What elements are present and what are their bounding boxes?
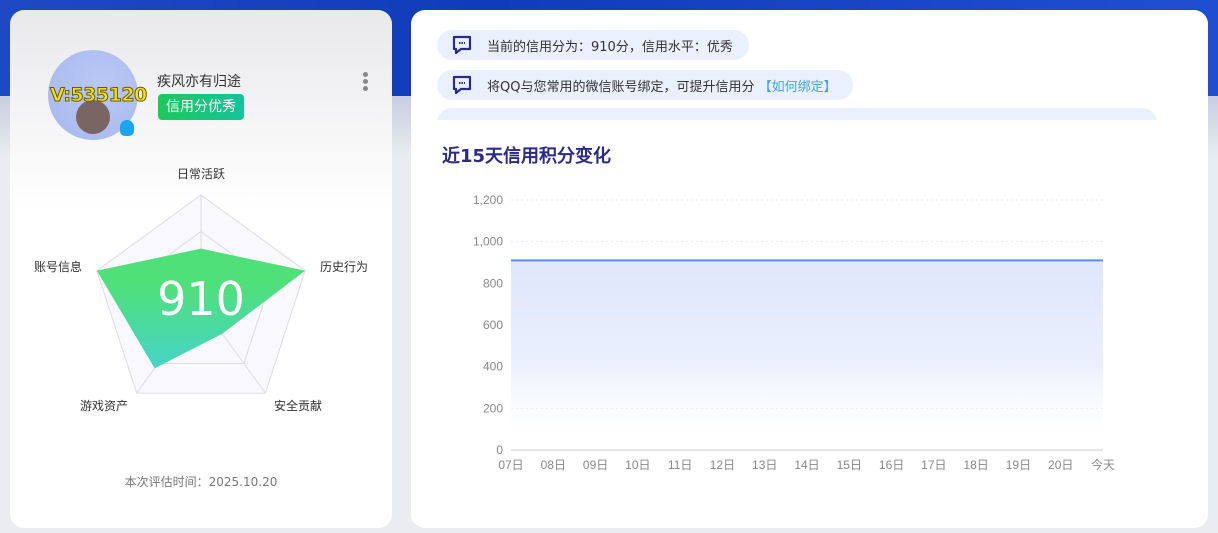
- radar-label: 游戏资产: [80, 399, 129, 413]
- y-tick-label: 400: [483, 360, 503, 374]
- radar-label: 账号信息: [34, 260, 83, 274]
- message-score: 当前的信用分为：910分，信用水平：优秀: [437, 30, 749, 60]
- radar-label: 历史行为: [320, 260, 369, 274]
- credit-trend-chart: 0 200 400 600 800 1,000 1,200 07日 08日 09日 10日 11日 12…: [473, 193, 1115, 472]
- x-tick-label: 15日: [837, 458, 862, 472]
- evaluation-time: 本次评估时间：2025.10.20: [124, 475, 278, 489]
- x-tick-label: 09日: [583, 458, 608, 472]
- y-tick-label: 200: [483, 401, 503, 415]
- how-to-bind-link[interactable]: 【如何绑定】: [759, 76, 837, 95]
- radar-label: 日常活跃: [177, 167, 226, 181]
- y-tick-label: 600: [483, 318, 503, 332]
- x-tick-label: 16日: [879, 458, 904, 472]
- x-tick-label: 18日: [963, 458, 988, 472]
- y-tick-label: 1,000: [473, 235, 503, 249]
- message-icon: [452, 75, 472, 95]
- x-tick-label: 今天: [1091, 457, 1115, 472]
- message-bind-wechat: 将QQ与您常用的微信账号绑定，可提升信用分 【如何绑定】: [437, 70, 853, 100]
- area-fill: [511, 260, 1103, 450]
- x-tick-label: 08日: [541, 458, 566, 472]
- message-clipped: [437, 108, 1157, 120]
- x-tick-label: 11日: [668, 458, 692, 472]
- x-tick-label: 10日: [625, 458, 650, 472]
- x-tick-label: 17日: [921, 458, 946, 472]
- y-tick-label: 0: [496, 443, 503, 457]
- message-icon: [452, 35, 472, 55]
- x-tick-label: 12日: [710, 458, 735, 472]
- x-tick-label: 20日: [1048, 458, 1073, 472]
- x-tick-label: 19日: [1006, 458, 1031, 472]
- credit-score: 910: [157, 272, 245, 326]
- x-tick-label: 07日: [498, 458, 523, 472]
- chart-title: 近15天信用积分变化: [442, 146, 612, 167]
- y-tick-label: 800: [483, 276, 503, 290]
- message-text: 当前的信用分为：910分，信用水平：优秀: [487, 39, 733, 55]
- y-tick-label: 1,200: [473, 193, 503, 207]
- x-tick-label: 14日: [794, 458, 819, 472]
- radar-label: 安全贡献: [274, 399, 323, 413]
- x-tick-label: 13日: [752, 458, 777, 472]
- message-text: 将QQ与您常用的微信账号绑定，可提升信用分: [487, 79, 755, 95]
